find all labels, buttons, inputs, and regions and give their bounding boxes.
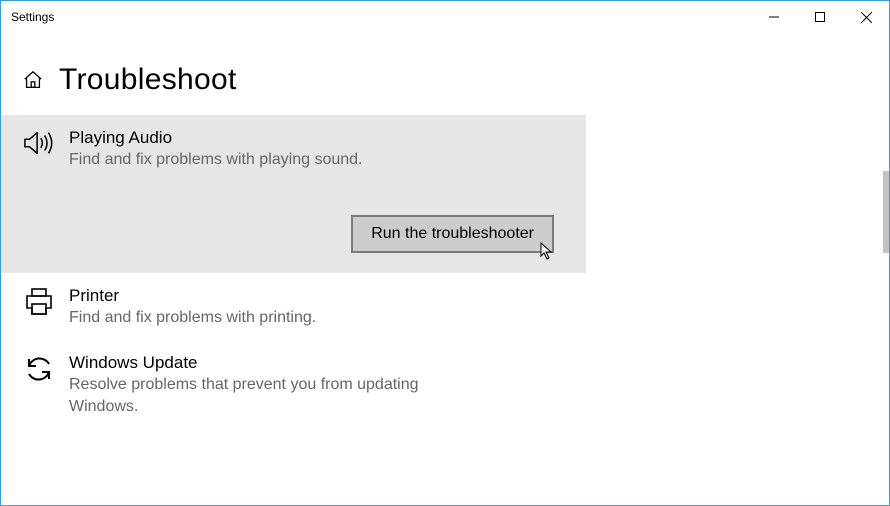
troubleshoot-list: Playing Audio Find and fix problems with… <box>1 115 889 430</box>
printer-icon <box>21 285 57 321</box>
run-troubleshooter-button[interactable]: Run the troubleshooter <box>351 215 554 253</box>
window-controls <box>751 1 889 33</box>
maximize-button[interactable] <box>797 1 843 33</box>
page-title: Troubleshoot <box>59 63 237 97</box>
item-title: Printer <box>69 285 566 307</box>
item-title: Playing Audio <box>69 127 566 149</box>
item-text: Printer Find and fix problems with print… <box>69 285 566 329</box>
close-button[interactable] <box>843 1 889 33</box>
scrollbar-thumb[interactable] <box>883 171 889 253</box>
item-description: Find and fix problems with playing sound… <box>69 149 489 171</box>
troubleshoot-item-printer[interactable]: Printer Find and fix problems with print… <box>1 273 586 341</box>
page-header: Troubleshoot <box>1 33 889 115</box>
item-description: Find and fix problems with printing. <box>69 307 489 329</box>
sync-icon <box>21 352 57 388</box>
settings-window: Settings Troubleshoot <box>0 0 890 506</box>
item-title: Windows Update <box>69 352 566 374</box>
troubleshoot-item-windows-update[interactable]: Windows Update Resolve problems that pre… <box>1 340 586 429</box>
item-text: Playing Audio Find and fix problems with… <box>69 127 566 171</box>
titlebar: Settings <box>1 1 889 33</box>
speaker-icon <box>21 127 57 163</box>
item-description: Resolve problems that prevent you from u… <box>69 374 489 417</box>
window-title: Settings <box>11 10 54 24</box>
home-icon[interactable] <box>21 68 45 92</box>
minimize-button[interactable] <box>751 1 797 33</box>
troubleshoot-item-playing-audio[interactable]: Playing Audio Find and fix problems with… <box>1 115 586 273</box>
item-text: Windows Update Resolve problems that pre… <box>69 352 566 417</box>
